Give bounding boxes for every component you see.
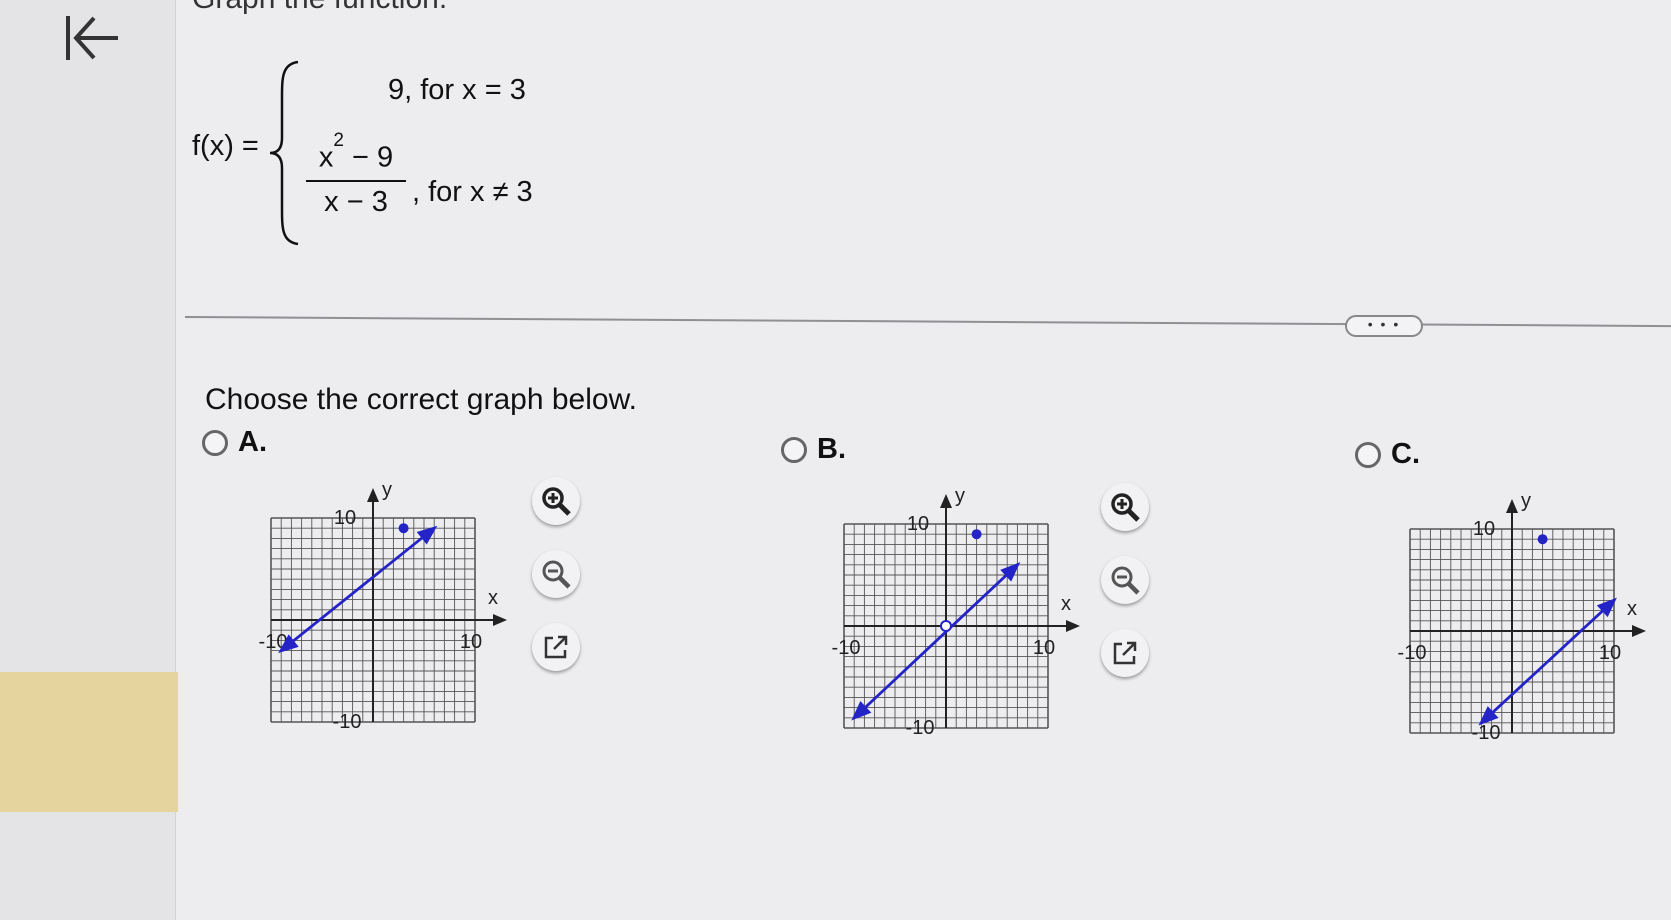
tick-label-x-right: 10 [1599, 642, 1621, 664]
fraction-bar [306, 180, 406, 182]
numerator-exponent: 2 [333, 130, 344, 151]
numerator-base: x [318, 141, 334, 174]
y-axis-arrow [940, 494, 952, 508]
option-a-radio[interactable] [202, 429, 228, 456]
option-c-label: C. [1391, 438, 1420, 470]
option-c[interactable]: C. [1355, 438, 1420, 471]
tick-label-y-bottom: -10 [1472, 722, 1501, 739]
y-axis-arrow [367, 488, 379, 502]
option-b-zoom-out-button[interactable] [1101, 556, 1149, 604]
popout-icon [544, 635, 568, 659]
option-a-zoom-out-button[interactable] [532, 550, 580, 598]
option-a-popout-button[interactable] [532, 623, 580, 671]
filled-point [1537, 534, 1548, 545]
zoom-in-icon [1111, 493, 1140, 522]
tick-label-y-top: 10 [907, 513, 929, 535]
option-b-graph: y x 10 -10 10 -10 [832, 485, 1080, 734]
x-axis-label: x [488, 587, 498, 609]
option-a[interactable]: A. [202, 426, 267, 459]
tick-label-y-top: 10 [1473, 518, 1495, 540]
option-c-radio[interactable] [1355, 441, 1381, 468]
tick-label-x-right: 10 [1033, 637, 1055, 659]
question-content: Graph the function. f(x) = 9, for x = 3 … [0, 0, 1671, 920]
x-axis-label: x [1627, 598, 1637, 620]
numerator-rest: − 9 [343, 141, 394, 174]
popout-icon [1113, 641, 1137, 665]
tick-label-x-left: -10 [832, 637, 861, 659]
tick-label-y-bottom: -10 [906, 717, 935, 734]
x-axis-arrow [1066, 620, 1080, 632]
section-divider [184, 316, 1671, 328]
y-axis-label: y [1521, 490, 1531, 512]
open-point [940, 620, 952, 632]
function-lhs: f(x) = [192, 130, 259, 162]
option-b-popout-button[interactable] [1101, 629, 1149, 677]
y-axis-arrow [1506, 499, 1518, 513]
option-c-graph: y x 10 -10 10 -10 [1398, 490, 1646, 739]
question-heading: Graph the function. [192, 0, 447, 16]
x-axis-arrow [1632, 625, 1646, 637]
zoom-out-icon [1111, 566, 1140, 595]
option-a-label: A. [238, 426, 267, 458]
option-b[interactable]: B. [781, 433, 846, 466]
more-button[interactable]: • • • [1345, 315, 1423, 337]
tick-label-y-bottom: -10 [333, 711, 362, 728]
filled-point [971, 529, 982, 540]
x-axis-arrow [493, 614, 507, 626]
option-b-zoom-in-button[interactable] [1101, 483, 1149, 531]
piecewise-fraction: x2 − 9 x − 3 [306, 130, 406, 219]
tick-label-y-top: 10 [334, 507, 356, 529]
option-b-radio[interactable] [781, 436, 807, 463]
y-axis-label: y [955, 485, 965, 507]
piecewise-brace [269, 60, 299, 246]
piecewise-case-2-condition: , for x ≠ 3 [412, 176, 533, 208]
piecewise-case-1: 9, for x = 3 [388, 74, 526, 106]
x-axis-label: x [1061, 593, 1071, 615]
tick-label-x-right: 10 [460, 631, 482, 653]
fraction-denominator: x − 3 [324, 186, 388, 218]
filled-point [398, 523, 409, 534]
question-prompt: Choose the correct graph below. [205, 383, 637, 416]
y-axis-label: y [382, 479, 392, 501]
zoom-out-icon [542, 560, 571, 589]
option-b-label: B. [817, 433, 846, 465]
option-a-zoom-in-button[interactable] [532, 477, 580, 525]
option-a-graph: yx10-10 10-10 [259, 479, 507, 728]
tick-label-x-left: -10 [1398, 642, 1427, 664]
fraction-numerator: x2 − 9 [306, 130, 406, 176]
zoom-in-icon [542, 487, 571, 516]
